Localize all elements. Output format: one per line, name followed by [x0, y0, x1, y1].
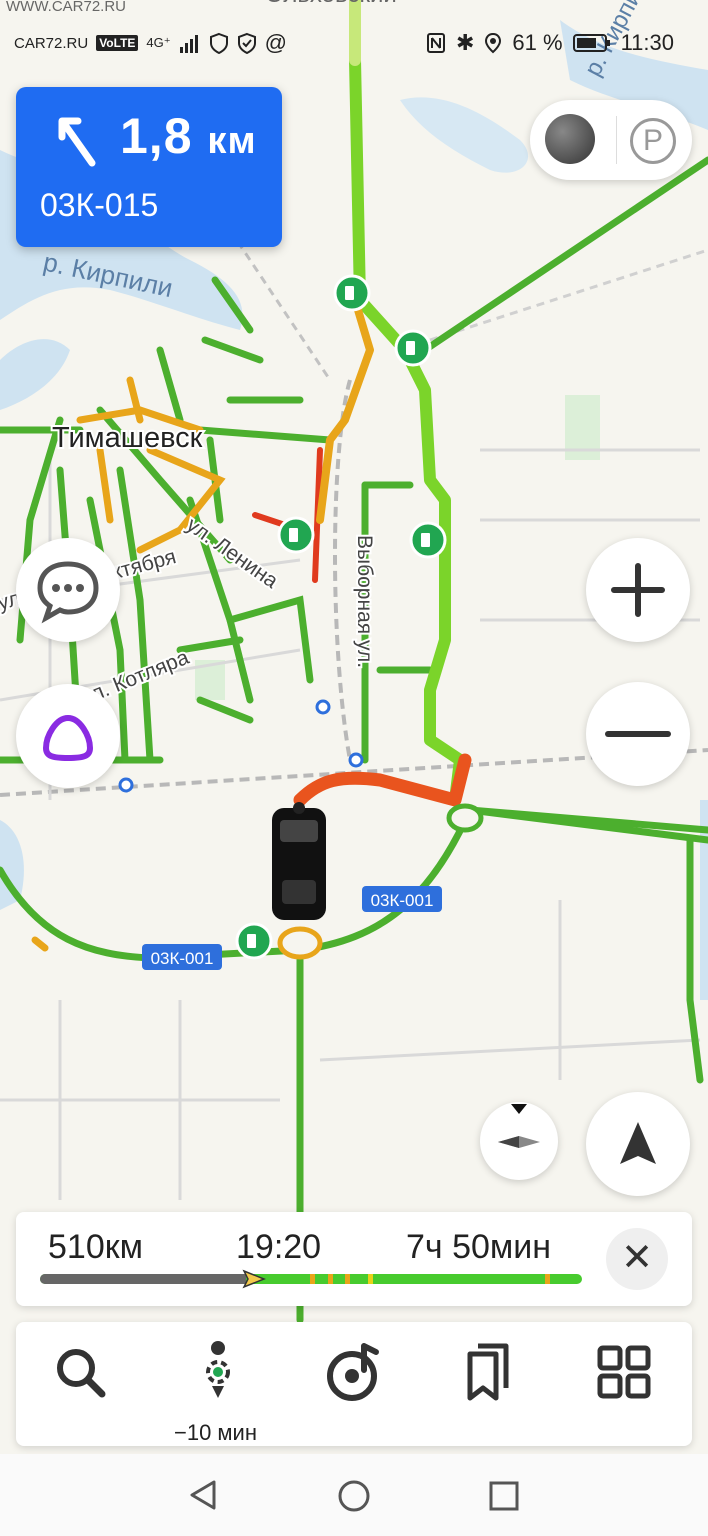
road-badge: 03К-001 [151, 949, 214, 968]
road-events-chat-button[interactable] [16, 538, 120, 642]
bookmarks-button[interactable] [438, 1340, 538, 1440]
battery-icon [572, 34, 610, 52]
compass-icon [498, 1104, 540, 1148]
brand-logo: CAR72.RU [14, 34, 89, 52]
traffic-mark [345, 1274, 350, 1284]
route-progress-bar [40, 1274, 582, 1284]
follow-location-button[interactable] [586, 1092, 690, 1196]
remaining-distance: 510км [48, 1228, 143, 1266]
car-position-marker [272, 802, 326, 920]
traffic-mark [368, 1274, 373, 1284]
signal-icon [179, 35, 198, 53]
close-route-button[interactable]: ✕ [606, 1228, 668, 1290]
maneuver-road: 03К-015 [40, 187, 159, 223]
clock: 11:30 [620, 30, 674, 55]
shield-icon [209, 32, 228, 54]
watermark: WWW.CAR72.RU [6, 0, 126, 15]
parking-button[interactable]: P [630, 118, 676, 164]
recents-icon[interactable] [488, 1480, 520, 1512]
bluetooth-icon: ✱ [455, 30, 475, 55]
search-button[interactable] [30, 1340, 130, 1440]
home-icon[interactable] [336, 1478, 372, 1514]
location-pin-icon [485, 32, 502, 54]
traffic-mark [310, 1274, 315, 1284]
maneuver-distance-value: 1,8 [120, 108, 193, 164]
maneuver-distance: 1,8 км [120, 107, 257, 165]
arrival-time: 19:20 [236, 1228, 322, 1266]
chat-bubble-icon [37, 561, 99, 624]
remaining-duration: 7ч 50мин [406, 1228, 552, 1266]
trip-summary-panel[interactable]: 510км 19:20 7ч 50мин ✕ [16, 1212, 692, 1306]
night-mode-button[interactable] [545, 114, 595, 164]
traffic-mark [328, 1274, 333, 1284]
divider [616, 116, 617, 164]
maneuver-distance-unit: км [207, 120, 257, 162]
search-icon [57, 1349, 106, 1398]
traffic-mark [545, 1274, 550, 1284]
music-button[interactable] [304, 1340, 404, 1440]
network-type: 4G⁺ [146, 35, 171, 50]
menu-button[interactable] [574, 1340, 674, 1440]
alice-assistant-icon [42, 714, 94, 762]
maneuver-card[interactable]: 1,8 км 03К-015 [16, 87, 282, 247]
map-label-street: Выборная ул. [353, 535, 376, 668]
bottom-navigation: −10 мин [16, 1322, 692, 1446]
shield-check-icon [237, 32, 256, 54]
volte-badge: VoLTE [96, 35, 139, 51]
zoom-out-button[interactable] [586, 682, 690, 786]
zoom-in-button[interactable] [586, 538, 690, 642]
compass-button[interactable] [480, 1102, 558, 1180]
route-time-delta: −10 мин [174, 1420, 257, 1445]
back-icon[interactable] [186, 1478, 220, 1512]
system-navigation-bar [0, 1454, 708, 1536]
at-icon: @ [264, 30, 287, 55]
map-layers-pill: P [530, 100, 692, 180]
grid-menu-icon [597, 1345, 651, 1399]
navigation-arrow-icon [620, 1122, 656, 1164]
alice-assistant-button[interactable] [16, 684, 120, 788]
minus-icon [605, 731, 671, 737]
road-badge: 03К-001 [371, 891, 434, 910]
turn-left-arrow-icon [58, 117, 96, 167]
map-label-city: Тимашевск [52, 422, 203, 454]
plus-icon [611, 563, 665, 617]
nfc-icon [426, 33, 445, 53]
route-progress-completed [40, 1274, 246, 1284]
battery-percent: 61 % [512, 30, 563, 55]
route-overview-icon [206, 1341, 230, 1398]
bookmark-icon [467, 1343, 509, 1401]
progress-position-icon [242, 1269, 266, 1289]
music-icon [327, 1343, 379, 1401]
status-bar: WWW.CAR72.RU CAR72.RU VoLTE 4G⁺ @ ✱ 61 %… [0, 0, 708, 86]
